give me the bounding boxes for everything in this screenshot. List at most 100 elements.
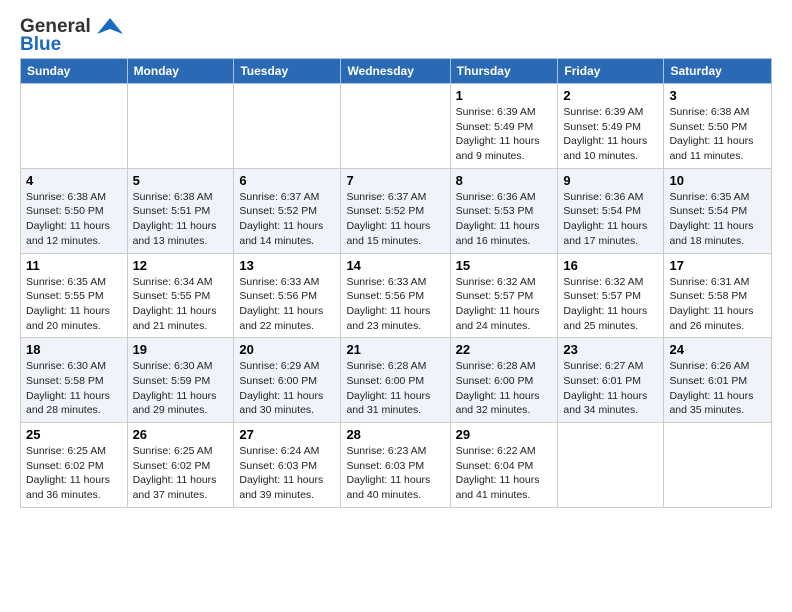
calendar-day-cell: 8 Sunrise: 6:36 AM Sunset: 5:53 PM Daylig…	[450, 168, 558, 253]
day-info: Sunrise: 6:29 AM Sunset: 6:00 PM Dayligh…	[239, 359, 335, 418]
calendar-day-cell: 28 Sunrise: 6:23 AM Sunset: 6:03 PM Dayli…	[341, 423, 450, 508]
calendar-day-cell: 11 Sunrise: 6:35 AM Sunset: 5:55 PM Dayli…	[21, 253, 128, 338]
page-header: General Blue	[20, 16, 772, 56]
calendar-day-cell: 27Sunrise: 6:24 AM Sunset: 6:03 PM Dayli…	[234, 423, 341, 508]
day-info: Sunrise: 6:34 AM Sunset: 5:55 PM Dayligh…	[133, 275, 229, 334]
day-number: 21	[346, 342, 444, 357]
calendar-day-cell: 3 Sunrise: 6:38 AM Sunset: 5:50 PM Daylig…	[664, 84, 772, 169]
day-number: 15	[456, 258, 553, 273]
day-info: Sunrise: 6:33 AM Sunset: 5:56 PM Dayligh…	[239, 275, 335, 334]
day-info: Sunrise: 6:28 AM Sunset: 6:00 PM Dayligh…	[346, 359, 444, 418]
day-info: Sunrise: 6:32 AM Sunset: 5:57 PM Dayligh…	[456, 275, 553, 334]
calendar-day-cell: 10 Sunrise: 6:35 AM Sunset: 5:54 PM Dayli…	[664, 168, 772, 253]
day-info: Sunrise: 6:37 AM Sunset: 5:52 PM Dayligh…	[346, 190, 444, 249]
calendar-day-cell	[21, 84, 128, 169]
calendar-day-cell: 9 Sunrise: 6:36 AM Sunset: 5:54 PM Daylig…	[558, 168, 664, 253]
day-info: Sunrise: 6:38 AM Sunset: 5:51 PM Dayligh…	[133, 190, 229, 249]
day-number: 16	[563, 258, 658, 273]
weekday-header-cell: Friday	[558, 59, 664, 84]
day-number: 10	[669, 173, 766, 188]
day-number: 26	[133, 427, 229, 442]
calendar-body: 1 Sunrise: 6:39 AM Sunset: 5:49 PM Daylig…	[21, 84, 772, 508]
day-number: 20	[239, 342, 335, 357]
calendar-day-cell	[558, 423, 664, 508]
weekday-header-cell: Monday	[127, 59, 234, 84]
calendar-day-cell: 1 Sunrise: 6:39 AM Sunset: 5:49 PM Daylig…	[450, 84, 558, 169]
calendar-day-cell: 25 Sunrise: 6:25 AM Sunset: 6:02 PM Dayli…	[21, 423, 128, 508]
day-number: 22	[456, 342, 553, 357]
day-number: 17	[669, 258, 766, 273]
day-info: Sunrise: 6:24 AM Sunset: 6:03 PM Dayligh…	[239, 444, 335, 503]
calendar-day-cell: 6 Sunrise: 6:37 AM Sunset: 5:52 PM Daylig…	[234, 168, 341, 253]
calendar-day-cell: 20 Sunrise: 6:29 AM Sunset: 6:00 PM Dayli…	[234, 338, 341, 423]
day-number: 3	[669, 88, 766, 103]
day-info: Sunrise: 6:38 AM Sunset: 5:50 PM Dayligh…	[669, 105, 766, 164]
calendar-day-cell	[664, 423, 772, 508]
day-info: Sunrise: 6:35 AM Sunset: 5:54 PM Dayligh…	[669, 190, 766, 249]
day-info: Sunrise: 6:25 AM Sunset: 6:02 PM Dayligh…	[26, 444, 122, 503]
day-number: 13	[239, 258, 335, 273]
day-number: 1	[456, 88, 553, 103]
day-info: Sunrise: 6:37 AM Sunset: 5:52 PM Dayligh…	[239, 190, 335, 249]
calendar-week-row: 25 Sunrise: 6:25 AM Sunset: 6:02 PM Dayli…	[21, 423, 772, 508]
weekday-header-cell: Thursday	[450, 59, 558, 84]
day-number: 19	[133, 342, 229, 357]
calendar-day-cell: 26 Sunrise: 6:25 AM Sunset: 6:02 PM Dayli…	[127, 423, 234, 508]
calendar-day-cell: 19Sunrise: 6:30 AM Sunset: 5:59 PM Dayli…	[127, 338, 234, 423]
day-number: 9	[563, 173, 658, 188]
day-info: Sunrise: 6:26 AM Sunset: 6:01 PM Dayligh…	[669, 359, 766, 418]
day-info: Sunrise: 6:35 AM Sunset: 5:55 PM Dayligh…	[26, 275, 122, 334]
day-info: Sunrise: 6:31 AM Sunset: 5:58 PM Dayligh…	[669, 275, 766, 334]
calendar-day-cell: 15 Sunrise: 6:32 AM Sunset: 5:57 PM Dayli…	[450, 253, 558, 338]
day-info: Sunrise: 6:30 AM Sunset: 5:58 PM Dayligh…	[26, 359, 122, 418]
day-number: 8	[456, 173, 553, 188]
day-number: 7	[346, 173, 444, 188]
calendar-day-cell: 29 Sunrise: 6:22 AM Sunset: 6:04 PM Dayli…	[450, 423, 558, 508]
day-info: Sunrise: 6:25 AM Sunset: 6:02 PM Dayligh…	[133, 444, 229, 503]
weekday-header-row: SundayMondayTuesdayWednesdayThursdayFrid…	[21, 59, 772, 84]
calendar-day-cell: 18Sunrise: 6:30 AM Sunset: 5:58 PM Dayli…	[21, 338, 128, 423]
day-info: Sunrise: 6:39 AM Sunset: 5:49 PM Dayligh…	[456, 105, 553, 164]
day-info: Sunrise: 6:22 AM Sunset: 6:04 PM Dayligh…	[456, 444, 553, 503]
day-info: Sunrise: 6:23 AM Sunset: 6:03 PM Dayligh…	[346, 444, 444, 503]
calendar-week-row: 4Sunrise: 6:38 AM Sunset: 5:50 PM Daylig…	[21, 168, 772, 253]
day-number: 29	[456, 427, 553, 442]
calendar-table: SundayMondayTuesdayWednesdayThursdayFrid…	[20, 58, 772, 508]
calendar-day-cell: 7 Sunrise: 6:37 AM Sunset: 5:52 PM Daylig…	[341, 168, 450, 253]
day-number: 25	[26, 427, 122, 442]
calendar-day-cell: 17 Sunrise: 6:31 AM Sunset: 5:58 PM Dayli…	[664, 253, 772, 338]
calendar-day-cell: 5 Sunrise: 6:38 AM Sunset: 5:51 PM Daylig…	[127, 168, 234, 253]
calendar-day-cell: 4Sunrise: 6:38 AM Sunset: 5:50 PM Daylig…	[21, 168, 128, 253]
day-number: 2	[563, 88, 658, 103]
logo: General Blue	[20, 16, 125, 56]
calendar-day-cell: 2 Sunrise: 6:39 AM Sunset: 5:49 PM Daylig…	[558, 84, 664, 169]
day-number: 24	[669, 342, 766, 357]
day-info: Sunrise: 6:32 AM Sunset: 5:57 PM Dayligh…	[563, 275, 658, 334]
calendar-day-cell: 14 Sunrise: 6:33 AM Sunset: 5:56 PM Dayli…	[341, 253, 450, 338]
day-number: 6	[239, 173, 335, 188]
day-info: Sunrise: 6:39 AM Sunset: 5:49 PM Dayligh…	[563, 105, 658, 164]
calendar-week-row: 11 Sunrise: 6:35 AM Sunset: 5:55 PM Dayli…	[21, 253, 772, 338]
calendar-day-cell: 21 Sunrise: 6:28 AM Sunset: 6:00 PM Dayli…	[341, 338, 450, 423]
weekday-header-cell: Tuesday	[234, 59, 341, 84]
day-number: 5	[133, 173, 229, 188]
calendar-day-cell	[234, 84, 341, 169]
day-info: Sunrise: 6:28 AM Sunset: 6:00 PM Dayligh…	[456, 359, 553, 418]
day-info: Sunrise: 6:36 AM Sunset: 5:54 PM Dayligh…	[563, 190, 658, 249]
calendar-week-row: 1 Sunrise: 6:39 AM Sunset: 5:49 PM Daylig…	[21, 84, 772, 169]
calendar-day-cell: 24 Sunrise: 6:26 AM Sunset: 6:01 PM Dayli…	[664, 338, 772, 423]
calendar-day-cell: 23 Sunrise: 6:27 AM Sunset: 6:01 PM Dayli…	[558, 338, 664, 423]
day-number: 28	[346, 427, 444, 442]
calendar-day-cell	[341, 84, 450, 169]
day-number: 11	[26, 258, 122, 273]
day-number: 14	[346, 258, 444, 273]
day-number: 23	[563, 342, 658, 357]
day-info: Sunrise: 6:33 AM Sunset: 5:56 PM Dayligh…	[346, 275, 444, 334]
calendar-day-cell: 13 Sunrise: 6:33 AM Sunset: 5:56 PM Dayli…	[234, 253, 341, 338]
calendar-day-cell: 16 Sunrise: 6:32 AM Sunset: 5:57 PM Dayli…	[558, 253, 664, 338]
day-number: 12	[133, 258, 229, 273]
calendar-day-cell: 12 Sunrise: 6:34 AM Sunset: 5:55 PM Dayli…	[127, 253, 234, 338]
day-info: Sunrise: 6:27 AM Sunset: 6:01 PM Dayligh…	[563, 359, 658, 418]
logo-bird-icon	[95, 16, 125, 38]
day-info: Sunrise: 6:36 AM Sunset: 5:53 PM Dayligh…	[456, 190, 553, 249]
